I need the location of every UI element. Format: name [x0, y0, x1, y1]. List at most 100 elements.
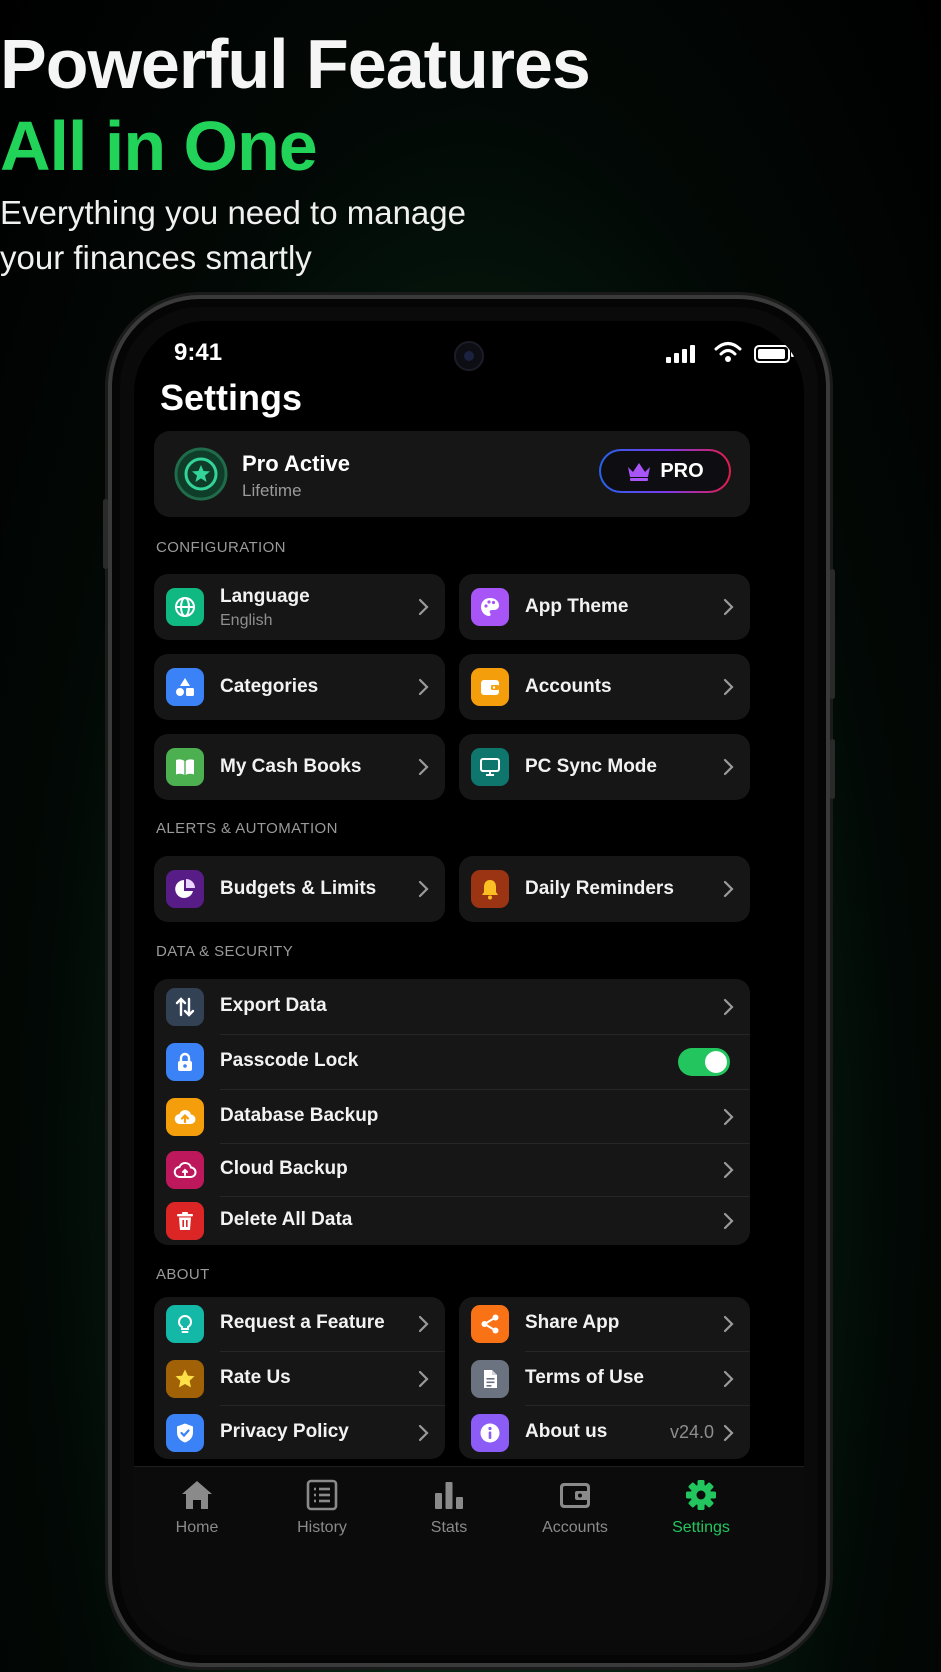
- bell-icon: [471, 870, 509, 908]
- list-icon: [306, 1479, 338, 1511]
- row-label: Rate Us: [220, 1367, 291, 1388]
- tile-label: PC Sync Mode: [525, 756, 657, 777]
- hero-subtitle-line1: Everything you need to manage: [0, 194, 466, 231]
- wallet-icon: [560, 1483, 590, 1508]
- award-badge-icon: [174, 447, 228, 501]
- share-icon: [471, 1305, 509, 1343]
- phone-side-button: [103, 499, 108, 569]
- settings-tile-reminders[interactable]: Daily Reminders: [459, 856, 750, 922]
- pro-badge-button[interactable]: PRO: [599, 449, 731, 493]
- phone-frame: 9:41 Settings Pro Active Lifetime PRO CO…: [103, 295, 835, 1667]
- row-label: Database Backup: [220, 1104, 379, 1126]
- bar-chart-icon: [435, 1482, 463, 1509]
- chevron-right-icon: [723, 678, 734, 696]
- lightbulb-icon: [166, 1305, 204, 1343]
- row-label: About us: [525, 1421, 608, 1442]
- settings-tile-cash-books[interactable]: My Cash Books: [154, 734, 445, 800]
- chevron-right-icon: [418, 1315, 429, 1333]
- row-label: Terms of Use: [525, 1367, 644, 1388]
- row-label: Cloud Backup: [220, 1158, 348, 1179]
- tab-history[interactable]: History: [267, 1479, 377, 1537]
- shapes-icon: [166, 668, 204, 706]
- status-bar: 9:41: [134, 321, 804, 381]
- row-terms-of-use[interactable]: Terms of Use: [459, 1352, 750, 1406]
- tile-label: App Theme: [525, 596, 629, 617]
- globe-icon: [166, 588, 204, 626]
- tile-label: Language: [220, 586, 310, 607]
- tile-label: Daily Reminders: [525, 878, 674, 899]
- hero-title-line1: Powerful Features: [0, 25, 591, 103]
- phone-screen: 9:41 Settings Pro Active Lifetime PRO CO…: [134, 321, 804, 1641]
- chevron-right-icon: [418, 678, 429, 696]
- phone-side-button: [830, 739, 835, 799]
- row-label: Delete All Data: [220, 1209, 353, 1230]
- chevron-right-icon: [723, 1424, 734, 1442]
- home-icon: [182, 1481, 212, 1509]
- about-column-right: Share App Terms of Use About us v24.0: [459, 1297, 750, 1459]
- cloud-upload-icon: [166, 1097, 204, 1136]
- camera-icon: [454, 341, 484, 371]
- palette-icon: [471, 588, 509, 626]
- chevron-right-icon: [723, 1108, 734, 1125]
- pro-status-card[interactable]: Pro Active Lifetime PRO: [154, 431, 750, 517]
- row-privacy-policy[interactable]: Privacy Policy: [154, 1406, 445, 1460]
- chevron-right-icon: [723, 880, 734, 898]
- row-label: Privacy Policy: [220, 1421, 349, 1442]
- status-time: 9:41: [174, 339, 223, 366]
- row-share-app[interactable]: Share App: [459, 1297, 750, 1351]
- page-title: Settings: [160, 377, 303, 418]
- monitor-icon: [471, 748, 509, 786]
- battery-icon: [754, 345, 794, 363]
- gear-icon: [686, 1480, 716, 1510]
- about-column-left: Request a Feature Rate Us Privacy Policy: [154, 1297, 445, 1459]
- hero-title-line2: All in One: [0, 107, 318, 185]
- tile-label: Categories: [220, 676, 319, 697]
- trash-icon: [166, 1202, 204, 1240]
- tab-settings[interactable]: Settings: [646, 1479, 756, 1537]
- row-rate-us[interactable]: Rate Us: [154, 1352, 445, 1406]
- row-export-data[interactable]: Export Data: [154, 979, 750, 1034]
- hero-subtitle: Everything you need to manage your finan…: [0, 190, 941, 280]
- wifi-icon: [714, 342, 742, 362]
- row-cloud-backup[interactable]: Cloud Backup: [154, 1144, 750, 1196]
- row-request-feature[interactable]: Request a Feature: [154, 1297, 445, 1351]
- about-section: Request a Feature Rate Us Privacy Policy…: [154, 1297, 750, 1459]
- tab-stats[interactable]: Stats: [394, 1479, 504, 1537]
- chevron-right-icon: [723, 1161, 734, 1179]
- passcode-toggle[interactable]: [678, 1048, 730, 1076]
- tab-home[interactable]: Home: [142, 1479, 252, 1537]
- info-icon: [471, 1414, 509, 1452]
- row-label: Passcode Lock: [220, 1050, 359, 1071]
- pro-badge-label: PRO: [660, 459, 704, 482]
- settings-tile-budgets[interactable]: Budgets & Limits: [154, 856, 445, 922]
- row-about-us[interactable]: About us v24.0: [459, 1406, 750, 1460]
- settings-tile-categories[interactable]: Categories: [154, 654, 445, 720]
- wallet-icon: [471, 668, 509, 706]
- hero-subtitle-line2: your finances smartly: [0, 239, 312, 276]
- row-delete-all-data[interactable]: Delete All Data: [154, 1197, 750, 1245]
- settings-tile-accounts[interactable]: Accounts: [459, 654, 750, 720]
- row-label: Request a Feature: [220, 1312, 385, 1333]
- chevron-right-icon: [418, 1424, 429, 1442]
- settings-tile-pc-sync[interactable]: PC Sync Mode: [459, 734, 750, 800]
- section-data-security: DATA & SECURITY: [156, 943, 294, 960]
- tab-accounts[interactable]: Accounts: [520, 1479, 630, 1537]
- tab-label: Settings: [672, 1519, 730, 1536]
- chevron-right-icon: [723, 1315, 734, 1333]
- settings-tile-language[interactable]: Language English: [154, 574, 445, 640]
- row-label: Export Data: [220, 994, 327, 1016]
- bottom-tab-bar: Home History Stats Accounts Settings: [134, 1466, 804, 1641]
- pro-subtitle: Lifetime: [242, 481, 302, 500]
- tile-label: Accounts: [525, 676, 612, 697]
- chevron-right-icon: [418, 1370, 429, 1388]
- chevron-right-icon: [418, 880, 429, 898]
- row-database-backup[interactable]: Database Backup: [154, 1090, 750, 1143]
- tab-label: Home: [175, 1519, 219, 1536]
- section-configuration: CONFIGURATION: [156, 539, 286, 556]
- pro-title: Pro Active: [242, 451, 351, 476]
- chevron-right-icon: [723, 598, 734, 616]
- chevron-right-icon: [723, 758, 734, 776]
- settings-tile-app-theme[interactable]: App Theme: [459, 574, 750, 640]
- chevron-right-icon: [723, 1370, 734, 1388]
- book-icon: [166, 748, 204, 786]
